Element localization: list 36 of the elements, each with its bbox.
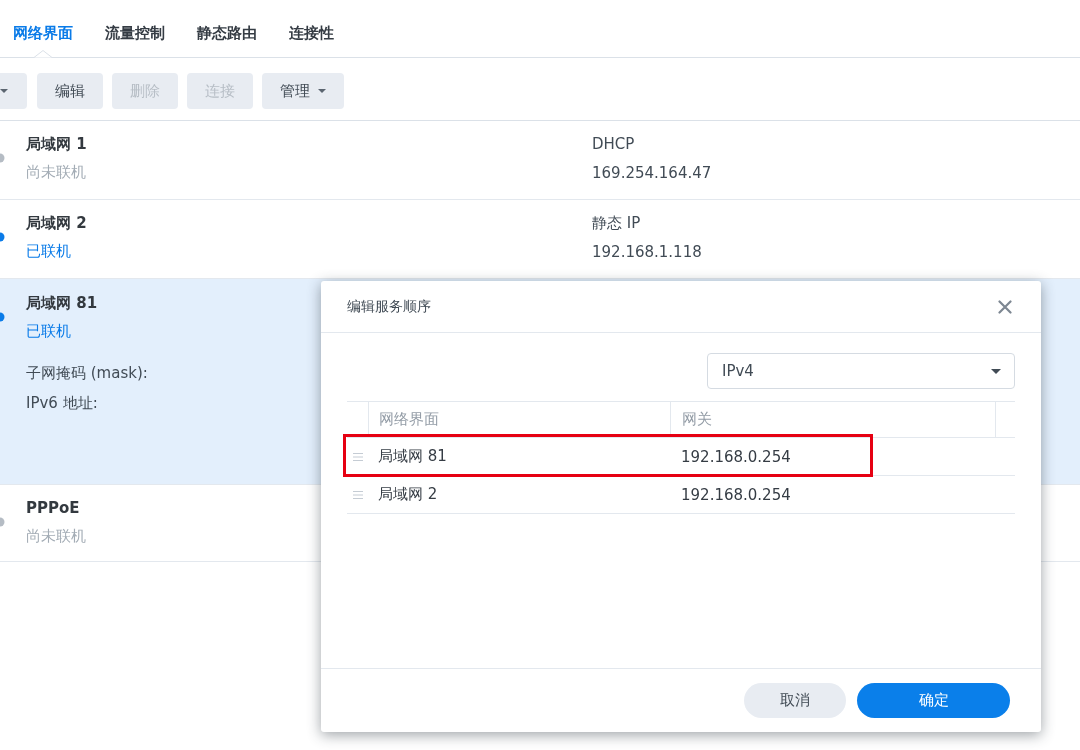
ip-type: DHCP xyxy=(592,134,635,155)
detail-label: IPv6 地址: xyxy=(26,393,98,414)
caret-icon xyxy=(991,368,1001,374)
connection-status: 已联机 xyxy=(26,321,71,342)
protocol-dropdown[interactable]: IPv4 xyxy=(707,353,1015,389)
interface-name: 局域网 2 xyxy=(26,213,87,234)
dropdown-button[interactable] xyxy=(0,73,27,109)
toolbar-button[interactable]: 管理 xyxy=(262,73,344,109)
tab[interactable]: 连接性 xyxy=(289,9,334,57)
tab[interactable]: 静态路由 xyxy=(197,9,257,57)
dialog-title: 编辑服务顺序 xyxy=(347,297,431,316)
caret-icon xyxy=(0,89,8,93)
ip-address: 169.254.164.47 xyxy=(592,163,712,184)
ip-address: 192.168.1.118 xyxy=(592,242,702,263)
gateway-cell-text: 192.168.0.254 xyxy=(680,484,792,506)
close-icon[interactable] xyxy=(998,299,1012,314)
caret-icon xyxy=(318,89,326,93)
confirm-button[interactable]: 确定 xyxy=(857,683,1010,718)
toolbar-button[interactable]: 编辑 xyxy=(37,73,103,109)
connection-status: 尚未联机 xyxy=(26,526,86,547)
drag-handle-icon[interactable] xyxy=(352,490,363,499)
tab[interactable]: 网络界面 xyxy=(13,9,73,57)
interface-row[interactable]: 局域网 1 尚未联机 DHCP 169.254.164.47 xyxy=(0,121,1080,200)
tab[interactable]: 流量控制 xyxy=(105,9,165,57)
interface-name: 局域网 81 xyxy=(26,293,98,314)
interface-name: 局域网 1 xyxy=(26,134,87,155)
interface-name: PPPoE xyxy=(26,498,80,519)
detail-label: 子网掩码 (mask): xyxy=(26,363,148,384)
interface-cell-text: 局域网 2 xyxy=(377,484,439,505)
ip-type: 静态 IP xyxy=(592,213,641,234)
connection-status: 尚未联机 xyxy=(26,162,86,183)
drag-handle-icon[interactable] xyxy=(352,452,363,461)
gateway-cell-text: 192.168.0.254 xyxy=(680,446,792,468)
connection-status: 已联机 xyxy=(26,241,71,262)
cancel-button[interactable]: 取消 xyxy=(744,683,846,718)
interface-cell-text: 局域网 81 xyxy=(377,446,448,467)
